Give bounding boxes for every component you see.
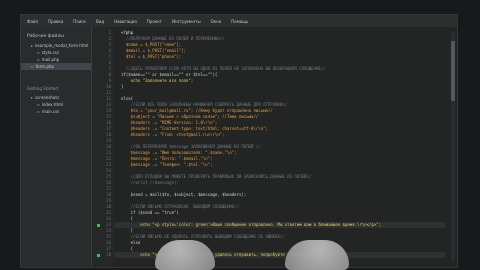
menu-item[interactable]: Файл [27, 19, 38, 24]
menu-bar: Файл Правка Поиск Вид Навигация Проект Инструм… [21, 15, 457, 27]
sidebar-file-item[interactable]: ▫ mail.php [21, 56, 91, 63]
foreground-left-sock [155, 240, 215, 270]
menu-item[interactable]: Правка [48, 19, 63, 24]
file-icon: ▫ [37, 102, 40, 107]
sidebar: Рабочие файлы ▸ example_modal_form.html ▫ s… [21, 27, 92, 267]
menu-item[interactable]: Поиск [73, 19, 86, 24]
project-section-title: Getting Started [27, 86, 58, 91]
line-number: 38 [106, 252, 111, 257]
menu-item[interactable]: Вид [96, 19, 104, 24]
sidebar-file-label: style.css [41, 50, 59, 55]
file-icon: ▫ [37, 57, 40, 62]
sidebar-file-item[interactable]: ▫ main.css [21, 108, 91, 115]
sidebar-file-item[interactable]: ▸ example_modal_form.html [21, 42, 91, 49]
sidebar-file-label: screenshots [35, 95, 60, 100]
sidebar-title: Рабочие файлы [27, 34, 64, 39]
working-files-list: ▸ example_modal_form.html ▫ style.css ▫ mail.… [21, 42, 91, 70]
menu-item[interactable]: Навигация [114, 19, 137, 24]
sidebar-file-item[interactable]: ▫ index.html [21, 101, 91, 108]
menu-item[interactable]: Помощь [231, 19, 248, 24]
sidebar-file-item[interactable]: ▸ screenshots [21, 94, 91, 101]
change-marker-icon [97, 223, 100, 227]
sidebar-file-label: form.php [35, 64, 54, 69]
change-marker-icon [97, 253, 100, 257]
sidebar-file-label: example_modal_form.html [35, 43, 89, 48]
file-icon: ▫ [37, 109, 40, 114]
monitor-screen: Файл Правка Поиск Вид Навигация Проект Инструм… [20, 14, 458, 268]
sidebar-file-label: index.html [41, 102, 64, 107]
menu-item[interactable]: Инструменты [172, 19, 201, 24]
foreground-right-sock [285, 240, 349, 270]
scrollbar-thumb[interactable] [451, 41, 455, 101]
folder-icon: ▸ [31, 43, 34, 48]
menu-item[interactable]: Окно [211, 19, 222, 24]
project-tree: ▸ screenshots ▫ index.html ▫ main.css [21, 94, 91, 115]
file-icon: ▫ [31, 64, 34, 69]
menu-item[interactable]: Проект [147, 19, 162, 24]
file-icon: ▫ [37, 50, 40, 55]
code-editor[interactable]: 1 <?php 2 //ПОЛУЧАЕМ ДАННЫЕ ИЗ ПОЛЕЙ И ПЕР… [97, 27, 445, 267]
editor-scrollbar[interactable] [451, 31, 455, 261]
sidebar-file-item[interactable]: ▫ form.php [21, 63, 91, 70]
sidebar-file-item[interactable]: ▫ style.css [21, 49, 91, 56]
sidebar-file-label: main.css [41, 109, 60, 114]
folder-icon: ▸ [31, 95, 34, 100]
sidebar-file-label: mail.php [41, 57, 60, 62]
